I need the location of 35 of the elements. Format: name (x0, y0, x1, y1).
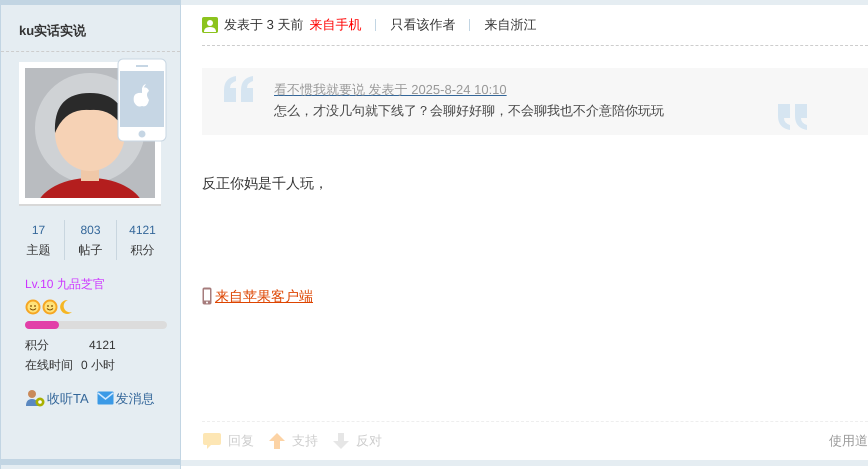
info-value: 0 小时 (81, 356, 116, 374)
stat-label: 主题 (26, 242, 50, 259)
stat-value[interactable]: 4121 (129, 220, 156, 240)
stat-label: 积分 (130, 242, 154, 259)
location-link[interactable]: 来自浙江 (484, 15, 536, 35)
down-arrow-icon (332, 432, 350, 450)
info-value: 4121 (89, 336, 116, 354)
quote-header-link[interactable]: 看不惯我就要说 发表于 2025-8-24 10:10 (274, 80, 507, 100)
user-icon (202, 17, 218, 34)
rank-label: Lv.10 九品芝官 (25, 277, 105, 291)
stat-label: 帖子 (78, 242, 102, 259)
info-label: 在线时间 (25, 356, 73, 374)
info-label: 积分 (25, 336, 50, 354)
tools-link[interactable]: 使用道 (829, 431, 868, 451)
sun-face-icon (42, 298, 58, 314)
post-body: 反正你妈是千人玩， (202, 174, 329, 193)
person-icon (25, 389, 45, 408)
speech-bubble-icon (202, 432, 222, 450)
close-quote-icon (778, 104, 808, 130)
sun-face-icon (25, 298, 41, 314)
post-time: 发表于 3 天前 (224, 16, 304, 34)
source-label: 来自手机 (309, 16, 362, 34)
moon-icon (59, 298, 73, 314)
author-name[interactable]: ku实话实说 (19, 20, 86, 40)
follow-link[interactable]: 收听TA (25, 388, 89, 408)
phone-icon (202, 287, 212, 306)
author-only-link[interactable]: 只看该作者 (390, 15, 456, 35)
message-link[interactable]: 发消息 (96, 388, 155, 408)
envelope-icon (96, 391, 114, 406)
stat-value[interactable]: 803 (80, 220, 101, 240)
quote-text: 怎么，才没几句就下线了？会聊好好聊，不会聊我也不介意陪你玩玩 (274, 102, 664, 120)
client-link[interactable]: 来自苹果客户端 (215, 286, 313, 307)
up-arrow-icon (268, 432, 286, 450)
open-quote-icon (224, 76, 254, 102)
stat-value[interactable]: 17 (32, 220, 46, 240)
